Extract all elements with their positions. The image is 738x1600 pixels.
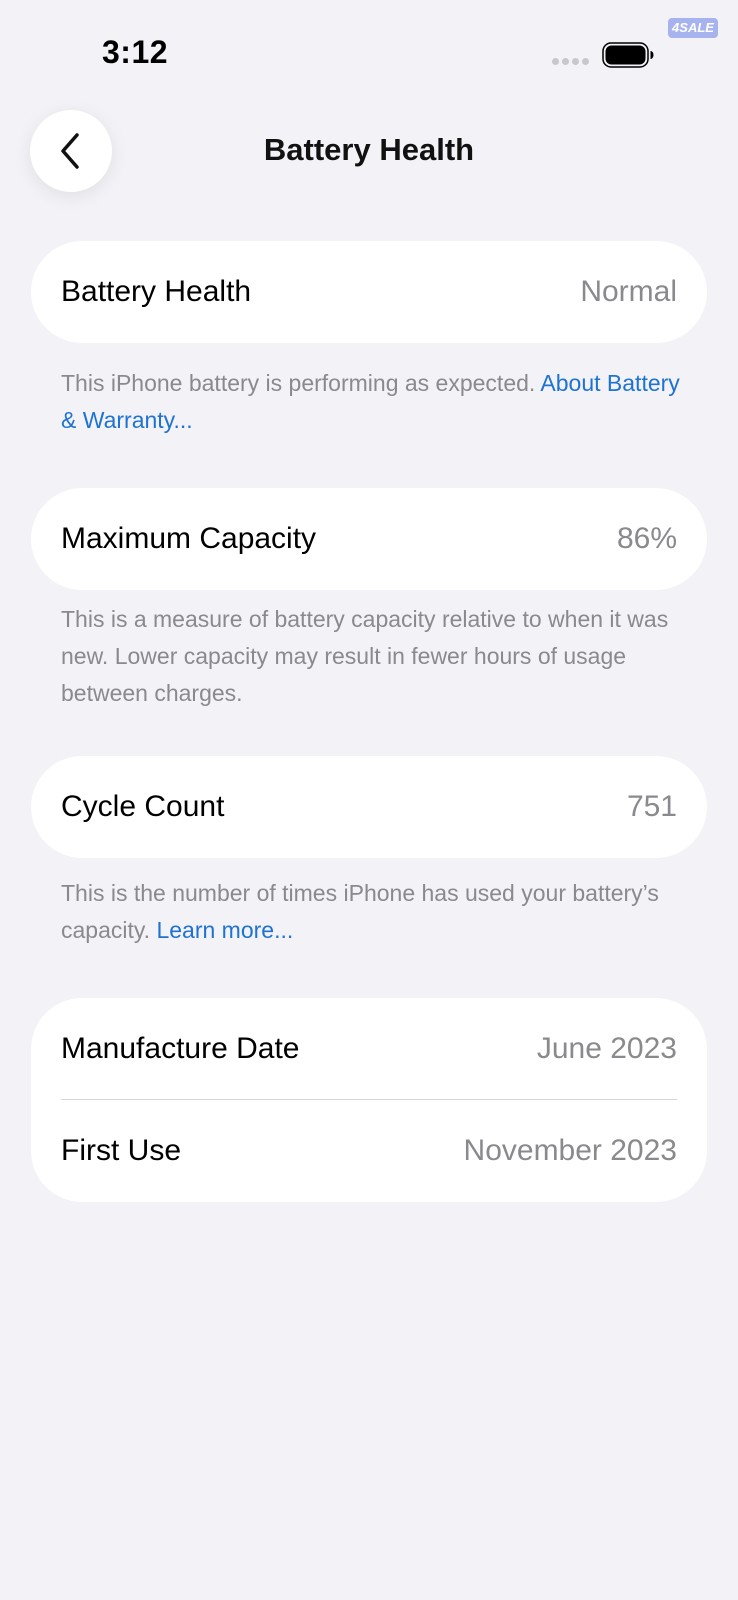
watermark-logo: 4SALE	[668, 18, 718, 38]
cycle-count-card: Cycle Count 751	[31, 756, 707, 858]
maximum-capacity-card: Maximum Capacity 86%	[31, 488, 707, 590]
signal-icon	[552, 58, 589, 65]
battery-icon	[602, 42, 654, 73]
cycle-count-row: Cycle Count 751	[61, 756, 677, 858]
maximum-capacity-value: 86%	[616, 522, 677, 555]
first-use-label: First Use	[61, 1134, 181, 1167]
battery-health-footnote-text: This iPhone battery is performing as exp…	[61, 370, 541, 396]
status-bar: 3:12 4SALE	[0, 0, 738, 100]
dates-card: Manufacture Date June 2023 First Use Nov…	[31, 998, 707, 1202]
battery-health-row: Battery Health Normal	[61, 241, 677, 343]
cycle-count-footnote: This is the number of times iPhone has u…	[61, 875, 681, 949]
battery-health-footnote: This iPhone battery is performing as exp…	[61, 365, 681, 439]
status-time: 3:12	[102, 34, 169, 70]
learn-more-link[interactable]: Learn more...	[156, 917, 293, 943]
page-title: Battery Health	[263, 132, 475, 167]
maximum-capacity-label: Maximum Capacity	[61, 522, 317, 555]
maximum-capacity-row: Maximum Capacity 86%	[61, 488, 677, 590]
manufacture-date-row: Manufacture Date June 2023	[61, 998, 677, 1100]
manufacture-date-value: June 2023	[536, 1032, 677, 1065]
battery-health-label: Battery Health	[61, 275, 252, 308]
battery-health-card: Battery Health Normal	[31, 241, 707, 343]
cycle-count-label: Cycle Count	[61, 790, 225, 823]
cycle-count-value: 751	[626, 790, 677, 823]
cycle-count-footnote-text: This is the number of times iPhone has u…	[61, 880, 659, 943]
maximum-capacity-footnote: This is a measure of battery capacity re…	[61, 606, 669, 706]
manufacture-date-label: Manufacture Date	[61, 1032, 300, 1065]
first-use-value: November 2023	[463, 1134, 677, 1167]
first-use-row: First Use November 2023	[61, 1100, 677, 1202]
battery-health-value: Normal	[580, 275, 677, 308]
